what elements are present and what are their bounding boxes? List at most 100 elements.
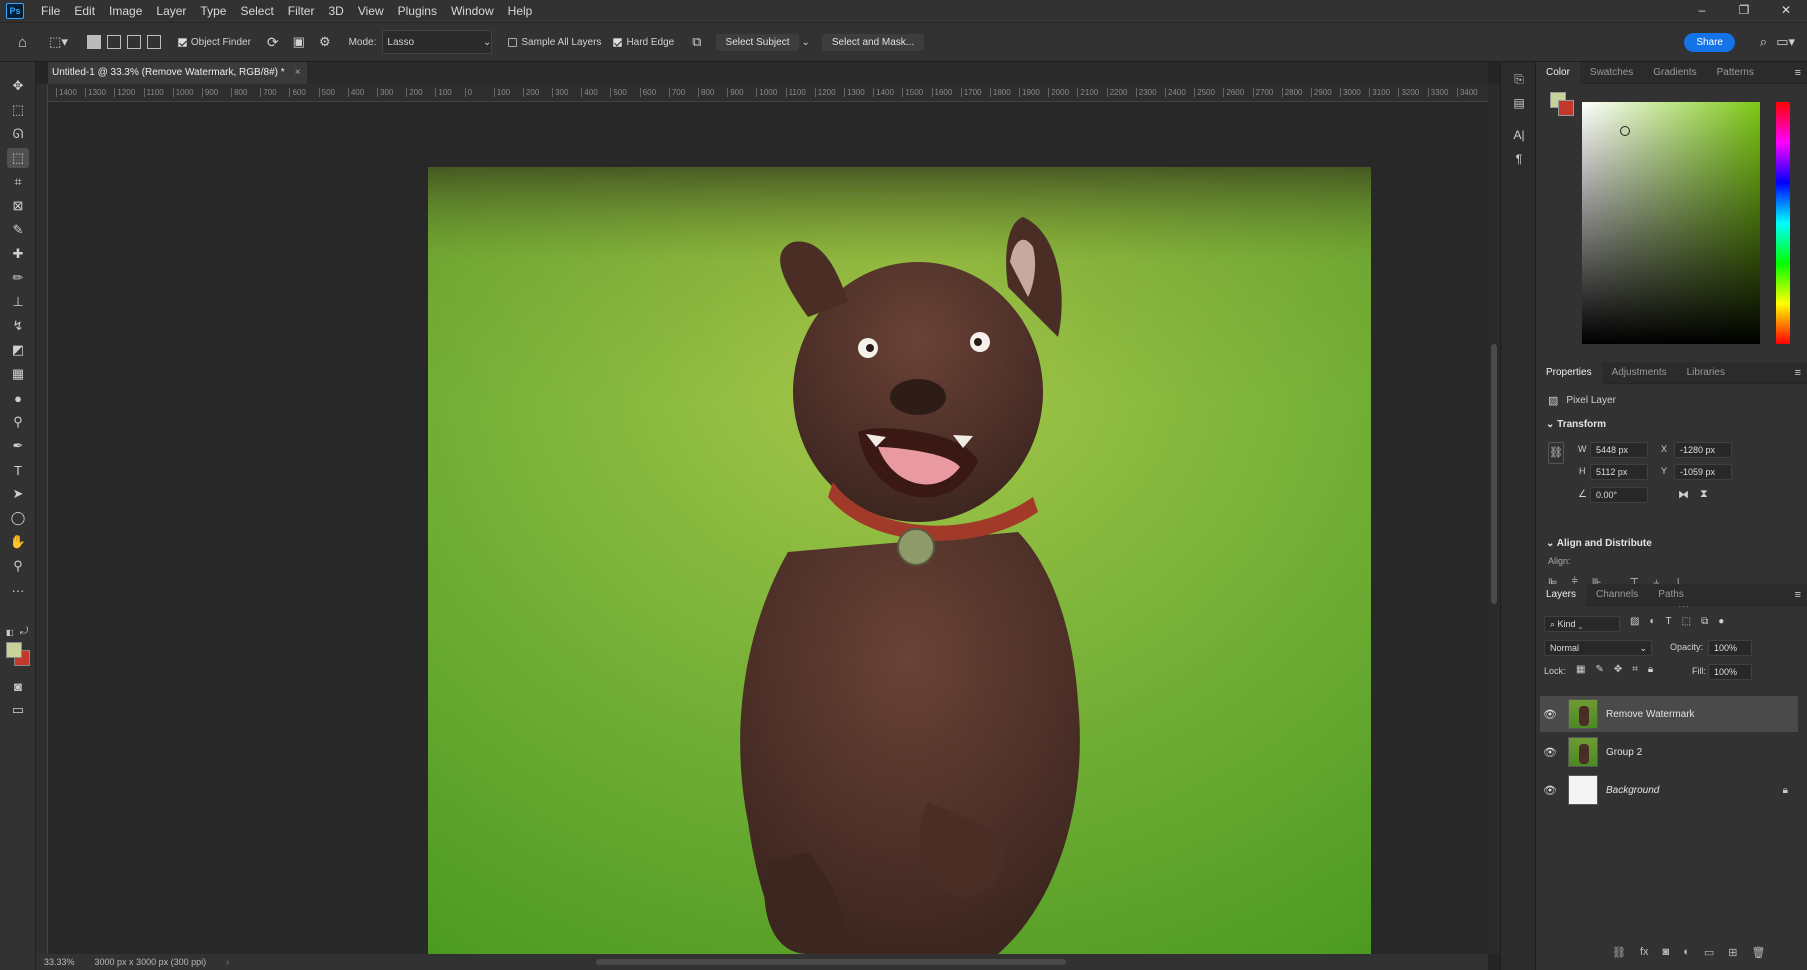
marquee-tool-icon[interactable]: ⬚	[7, 100, 29, 120]
comments-icon[interactable]: ▤	[1510, 94, 1528, 112]
menu-select[interactable]: Select	[233, 4, 280, 18]
new-selection-icon[interactable]	[86, 35, 101, 49]
mode-select[interactable]: Lasso ⌄	[382, 30, 493, 54]
layer-name[interactable]: Remove Watermark	[1606, 709, 1695, 720]
adjustment-layer-icon[interactable]: ◐	[1683, 946, 1690, 959]
layer-name[interactable]: Background	[1606, 785, 1659, 796]
fill-field[interactable]: 100%	[1708, 664, 1752, 680]
eyedropper-tool-icon[interactable]: ✎	[7, 220, 29, 240]
menu-layer[interactable]: Layer	[149, 4, 193, 18]
object-selection-tool-icon[interactable]: ⬚▾	[49, 30, 68, 54]
menu-3d[interactable]: 3D	[321, 4, 350, 18]
visibility-eye-icon[interactable]: 👁︎	[1540, 708, 1560, 721]
color-picker-field[interactable]	[1582, 102, 1760, 344]
swap-colors-icon[interactable]: ⤾	[20, 626, 28, 637]
filter-smart-icon[interactable]: ⧉	[1701, 616, 1708, 627]
home-icon[interactable]: ⌂	[18, 30, 27, 54]
hand-tool-icon[interactable]: ✋	[7, 532, 29, 552]
menu-plugins[interactable]: Plugins	[391, 4, 444, 18]
add-mask-icon[interactable]: ◙	[1663, 946, 1670, 959]
foreground-color-swatch[interactable]	[6, 642, 22, 658]
filter-toggle-icon[interactable]: ●	[1718, 616, 1724, 627]
tab-channels[interactable]: Channels	[1586, 584, 1648, 606]
layer-row-background[interactable]: 👁︎ Background 🔒︎	[1540, 772, 1798, 808]
new-group-icon[interactable]: ▭	[1704, 946, 1714, 959]
properties-menu-icon[interactable]: ≡	[1795, 367, 1801, 379]
menu-window[interactable]: Window	[444, 4, 501, 18]
tab-properties[interactable]: Properties	[1536, 361, 1602, 384]
y-field[interactable]: -1059 px	[1674, 464, 1732, 480]
hard-edge-checkbox[interactable]	[613, 37, 623, 47]
workspace-icon[interactable]: ▭▾	[1776, 30, 1795, 54]
show-objects-icon[interactable]: ▣	[293, 30, 305, 54]
document-image[interactable]	[48, 102, 1488, 954]
blur-tool-icon[interactable]: ●	[7, 388, 29, 408]
tab-libraries[interactable]: Libraries	[1677, 362, 1735, 384]
move-tool-icon[interactable]: ✥	[7, 76, 29, 96]
tab-paths[interactable]: Paths	[1648, 584, 1694, 606]
history-icon[interactable]: ⎘	[1510, 70, 1528, 88]
layer-filter-kind[interactable]: ⌕ Kind ⌄	[1544, 616, 1620, 632]
filter-adjustment-icon[interactable]: ◐	[1649, 616, 1655, 627]
filter-pixel-icon[interactable]: ▨	[1630, 616, 1639, 627]
path-selection-icon[interactable]: ➤	[7, 484, 29, 504]
x-field[interactable]: -1280 px	[1674, 442, 1732, 458]
height-field[interactable]: 5112 px	[1590, 464, 1648, 480]
quick-mask-icon[interactable]: ◙	[7, 676, 29, 696]
tab-color[interactable]: Color	[1536, 61, 1580, 84]
history-brush-icon[interactable]: ↯	[7, 316, 29, 336]
more-tools-icon[interactable]: ···	[7, 580, 29, 600]
character-icon[interactable]: A|	[1510, 126, 1528, 144]
sample-all-layers-toggle[interactable]: Sample All Layers	[508, 30, 601, 54]
close-window-button[interactable]: ✕	[1765, 0, 1807, 22]
share-button[interactable]: Share	[1684, 32, 1735, 52]
refresh-icon[interactable]: ⟳	[267, 30, 279, 54]
select-subject-icon[interactable]: ⧉	[692, 30, 701, 54]
lock-all-icon[interactable]: 🔒︎	[1648, 664, 1653, 675]
tab-layers[interactable]: Layers	[1536, 583, 1587, 606]
select-and-mask-button[interactable]: Select and Mask...	[821, 33, 925, 51]
opacity-field[interactable]: 100%	[1708, 640, 1752, 656]
select-subject-dropdown-icon[interactable]: ⌄	[801, 30, 809, 54]
intersect-selection-icon[interactable]	[146, 35, 161, 49]
layer-row-remove-watermark[interactable]: 👁︎ Remove Watermark	[1540, 696, 1798, 732]
frame-tool-icon[interactable]: ⊠	[7, 196, 29, 216]
link-layers-icon[interactable]: ⛓	[1612, 946, 1626, 959]
transform-header[interactable]: ⌄ Transform	[1546, 419, 1606, 430]
align-distribute-header[interactable]: ⌄ Align and Distribute	[1546, 538, 1652, 549]
visibility-eye-icon[interactable]: 👁︎	[1540, 746, 1560, 759]
zoom-level[interactable]: 33.33%	[44, 957, 75, 967]
ellipse-tool-icon[interactable]: ◯	[7, 508, 29, 528]
width-field[interactable]: 5448 px	[1590, 442, 1648, 458]
menu-edit[interactable]: Edit	[67, 4, 102, 18]
subtract-selection-icon[interactable]	[126, 35, 141, 49]
tab-swatches[interactable]: Swatches	[1580, 62, 1643, 84]
fx-icon[interactable]: fx	[1640, 946, 1649, 959]
hard-edge-toggle[interactable]: Hard Edge	[613, 30, 674, 54]
menu-help[interactable]: Help	[501, 4, 540, 18]
zoom-tool-icon[interactable]: ⚲	[7, 556, 29, 576]
layer-row-group-2[interactable]: 👁︎ Group 2	[1540, 734, 1798, 770]
lasso-tool-icon[interactable]: ᘏ	[7, 124, 29, 144]
visibility-eye-icon[interactable]: 👁︎	[1540, 784, 1560, 797]
filter-type-icon[interactable]: T	[1666, 616, 1672, 627]
pen-tool-icon[interactable]: ✒	[7, 436, 29, 456]
layers-menu-icon[interactable]: ≡	[1795, 589, 1801, 601]
canvas-area[interactable]	[48, 102, 1488, 954]
dodge-tool-icon[interactable]: ⚲	[7, 412, 29, 432]
vertical-scrollbar[interactable]	[1488, 84, 1500, 954]
close-tab-icon[interactable]: ×	[295, 62, 301, 84]
select-subject-button[interactable]: Select Subject	[715, 33, 800, 51]
tab-gradients[interactable]: Gradients	[1643, 62, 1706, 84]
blend-mode-select[interactable]: Normal ⌄	[1544, 640, 1652, 656]
color-picker-cursor[interactable]	[1620, 126, 1630, 136]
hue-slider[interactable]	[1776, 102, 1790, 344]
document-tab[interactable]: Untitled-1 @ 33.3% (Remove Watermark, RG…	[48, 62, 307, 84]
menu-type[interactable]: Type	[193, 4, 233, 18]
tab-adjustments[interactable]: Adjustments	[1602, 362, 1677, 384]
brush-tool-icon[interactable]: ✏	[7, 268, 29, 288]
new-layer-icon[interactable]: ⊞	[1728, 946, 1737, 959]
settings-gear-icon[interactable]: ⚙	[319, 30, 331, 54]
color-panel-background-swatch[interactable]	[1558, 100, 1574, 116]
sample-all-layers-checkbox[interactable]	[508, 37, 518, 47]
